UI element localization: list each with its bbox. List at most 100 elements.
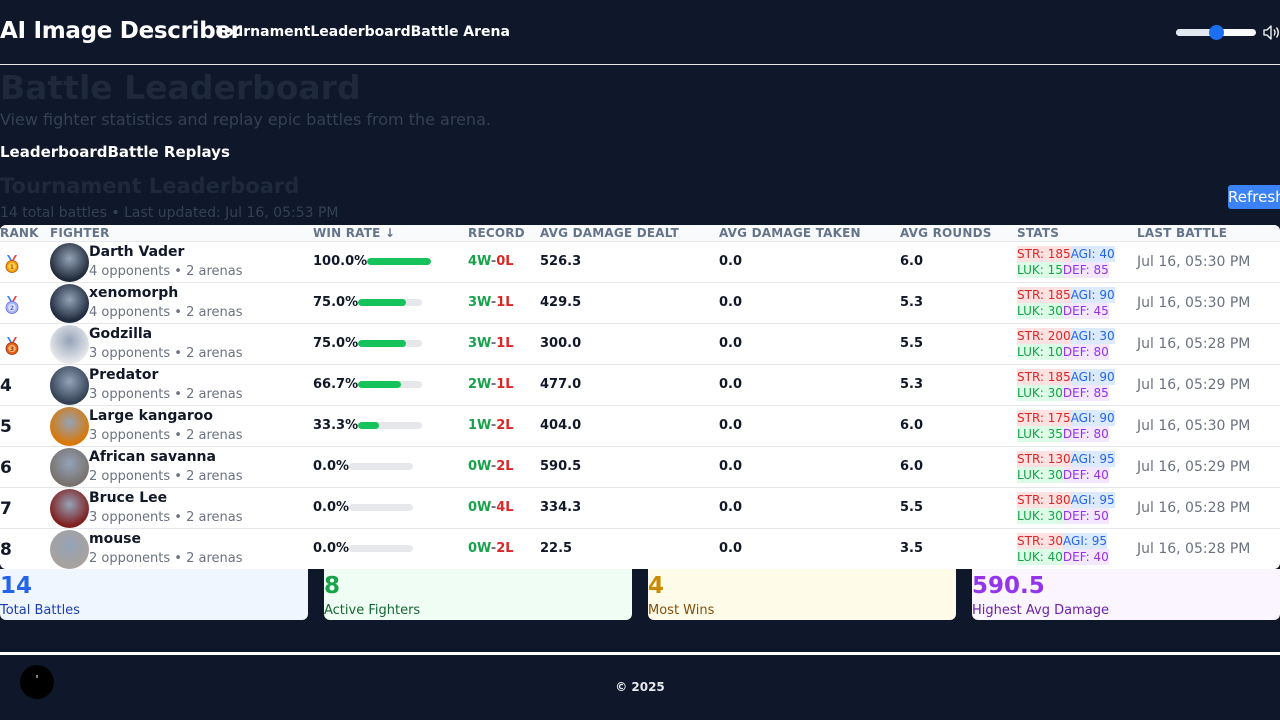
fighter-meta: 4 opponents • 2 arenas (89, 264, 243, 279)
bronze-medal-icon: 3 (5, 337, 19, 355)
table-row[interactable]: 4 Predator 3 opponents • 2 arenas 66.7% 2W-1… (0, 364, 1280, 406)
stat-strength: STR: 185 (1017, 287, 1071, 303)
fighter-stats: STR: 180 AGI: 95 LUK: 30 DEF: 50 (1017, 492, 1115, 524)
record-losses: 2L (496, 459, 514, 474)
table-row[interactable]: 3 Godzilla 3 opponents • 2 arenas 75.0% 3W-1… (0, 323, 1280, 365)
total-battles-card: 14 Total Battles (0, 569, 308, 620)
avg-damage-dealt: 334.3 (540, 500, 582, 515)
win-rate-cell: 0.0% (313, 459, 414, 474)
nav-link-battle-arena[interactable]: Battle Arena (411, 24, 510, 40)
table-row[interactable]: 8 mouse 2 opponents • 2 arenas 0.0% 0W-2L 22.… (0, 528, 1280, 569)
fighter-name[interactable]: Bruce Lee (89, 490, 167, 506)
fighter-avatar[interactable] (50, 325, 89, 364)
fighter-avatar[interactable] (50, 489, 89, 528)
win-rate-bar (367, 258, 432, 265)
column-header-win-rate[interactable]: WIN RATE ↓ (313, 226, 395, 240)
fighter-name[interactable]: Predator (89, 367, 158, 383)
fighter-avatar[interactable] (50, 407, 89, 446)
summary-label: Active Fighters (324, 603, 421, 618)
summary-value: 4 (648, 573, 665, 599)
app-brand[interactable]: AI Image Describer (0, 18, 242, 44)
fighter-avatar[interactable] (50, 448, 89, 487)
stat-defense: DEF: 50 (1062, 508, 1109, 524)
fighter-stats: STR: 185 AGI: 40 LUK: 15 DEF: 85 (1017, 246, 1115, 278)
record-losses: 4L (496, 500, 514, 515)
stat-agility: AGI: 30 (1070, 328, 1115, 344)
avg-rounds: 6.0 (900, 418, 924, 433)
rank-number: 7 (0, 499, 12, 519)
stat-agility: AGI: 95 (1070, 492, 1115, 508)
win-rate-bar-fill (358, 340, 407, 347)
stat-defense: DEF: 40 (1062, 549, 1109, 565)
stat-luck: LUK: 30 (1017, 303, 1063, 319)
fighter-meta: 3 opponents • 2 arenas (89, 428, 243, 443)
tab-leaderboard[interactable]: Leaderboard (0, 143, 107, 161)
highest-avg-damage-card: 590.5 Highest Avg Damage (972, 569, 1280, 620)
fighter-stats: STR: 30 AGI: 95 LUK: 40 DEF: 40 (1017, 533, 1109, 565)
table-row[interactable]: 1 Darth Vader 4 opponents • 2 arenas 100.0%… (0, 241, 1280, 283)
table-row[interactable]: 2 xenomorph 4 opponents • 2 arenas 75.0% 3W-… (0, 282, 1280, 324)
avg-rounds: 5.5 (900, 500, 924, 515)
record-cell: 4W-0L (468, 254, 514, 269)
fighter-avatar[interactable] (50, 366, 89, 405)
stat-luck: LUK: 40 (1017, 549, 1063, 565)
volume-slider[interactable] (1176, 25, 1256, 40)
fighter-stats: STR: 130 AGI: 95 LUK: 30 DEF: 40 (1017, 451, 1115, 483)
avg-rounds: 3.5 (900, 541, 924, 556)
win-rate-cell: 75.0% (313, 336, 423, 351)
avg-damage-taken: 0.0 (719, 500, 743, 515)
fighter-name[interactable]: Large kangaroo (89, 408, 213, 424)
win-rate-value: 66.7% (313, 377, 359, 392)
last-battle-time: Jul 16, 05:30 PM (1137, 254, 1251, 270)
summary-value: 8 (324, 573, 341, 599)
column-header-stats: STATS (1017, 226, 1060, 240)
fighter-name[interactable]: mouse (89, 531, 141, 547)
fighter-meta: 2 opponents • 2 arenas (89, 551, 243, 566)
column-header-avg-rounds[interactable]: AVG ROUNDS (900, 226, 992, 240)
nav-link-leaderboard[interactable]: Leaderboard (310, 24, 410, 40)
medal-rank-number: 1 (10, 264, 14, 271)
win-rate-bar-fill (358, 422, 380, 429)
column-header-avg-damage-taken[interactable]: AVG DAMAGE TAKEN (719, 226, 861, 240)
avg-damage-taken: 0.0 (719, 254, 743, 269)
column-header-last-battle[interactable]: LAST BATTLE (1137, 226, 1227, 240)
table-row[interactable]: 5 Large kangaroo 3 opponents • 2 arenas 33.… (0, 405, 1280, 447)
table-header: RANK FIGHTER WIN RATE ↓ RECORD AVG DAMAG… (0, 225, 1280, 241)
column-header-record[interactable]: RECORD (468, 226, 525, 240)
tab-battle-replays[interactable]: Battle Replays (107, 143, 229, 161)
speaker-icon[interactable] (1263, 24, 1280, 41)
column-header-avg-damage-dealt[interactable]: AVG DAMAGE DEALT (540, 226, 679, 240)
nav-link-tournament[interactable]: Tournament (216, 24, 310, 40)
win-rate-cell: 75.0% (313, 295, 423, 310)
refresh-button[interactable]: Refresh (1228, 185, 1280, 209)
table-row[interactable]: 7 Bruce Lee 3 opponents • 2 arenas 0.0% 0W-4… (0, 487, 1280, 529)
last-battle-time: Jul 16, 05:30 PM (1137, 418, 1251, 434)
fighter-name[interactable]: xenomorph (89, 285, 178, 301)
avg-damage-dealt: 526.3 (540, 254, 582, 269)
fighter-stats: STR: 185 AGI: 90 LUK: 30 DEF: 45 (1017, 287, 1115, 319)
record-cell: 0W-2L (468, 541, 514, 556)
rank-number: 4 (0, 376, 12, 396)
fighter-avatar[interactable] (50, 243, 89, 282)
avg-rounds: 5.3 (900, 295, 924, 310)
stat-strength: STR: 185 (1017, 246, 1071, 262)
volume-slider-thumb[interactable] (1209, 25, 1224, 40)
stat-agility: AGI: 90 (1070, 287, 1115, 303)
column-header-rank: RANK (0, 226, 39, 240)
fighter-name[interactable]: African savanna (89, 449, 216, 465)
summary-label: Highest Avg Damage (972, 603, 1109, 618)
fighter-avatar[interactable] (50, 530, 89, 569)
fighter-name[interactable]: Darth Vader (89, 244, 184, 260)
page-title: Battle Leaderboard (0, 68, 361, 107)
fighter-avatar[interactable] (50, 284, 89, 323)
rank-number: 8 (0, 540, 12, 560)
leaderboard-table: RANK FIGHTER WIN RATE ↓ RECORD AVG DAMAG… (0, 225, 1280, 569)
page-subtitle: View fighter statistics and replay epic … (0, 110, 491, 129)
active-fighters-card: 8 Active Fighters (324, 569, 632, 620)
fighter-name[interactable]: Godzilla (89, 326, 152, 342)
avg-damage-dealt: 429.5 (540, 295, 582, 310)
silver-medal-icon: 2 (5, 296, 19, 314)
avg-damage-taken: 0.0 (719, 459, 743, 474)
table-row[interactable]: 6 African savanna 2 opponents • 2 arenas 0.… (0, 446, 1280, 488)
medal-rank-number: 2 (10, 305, 14, 312)
